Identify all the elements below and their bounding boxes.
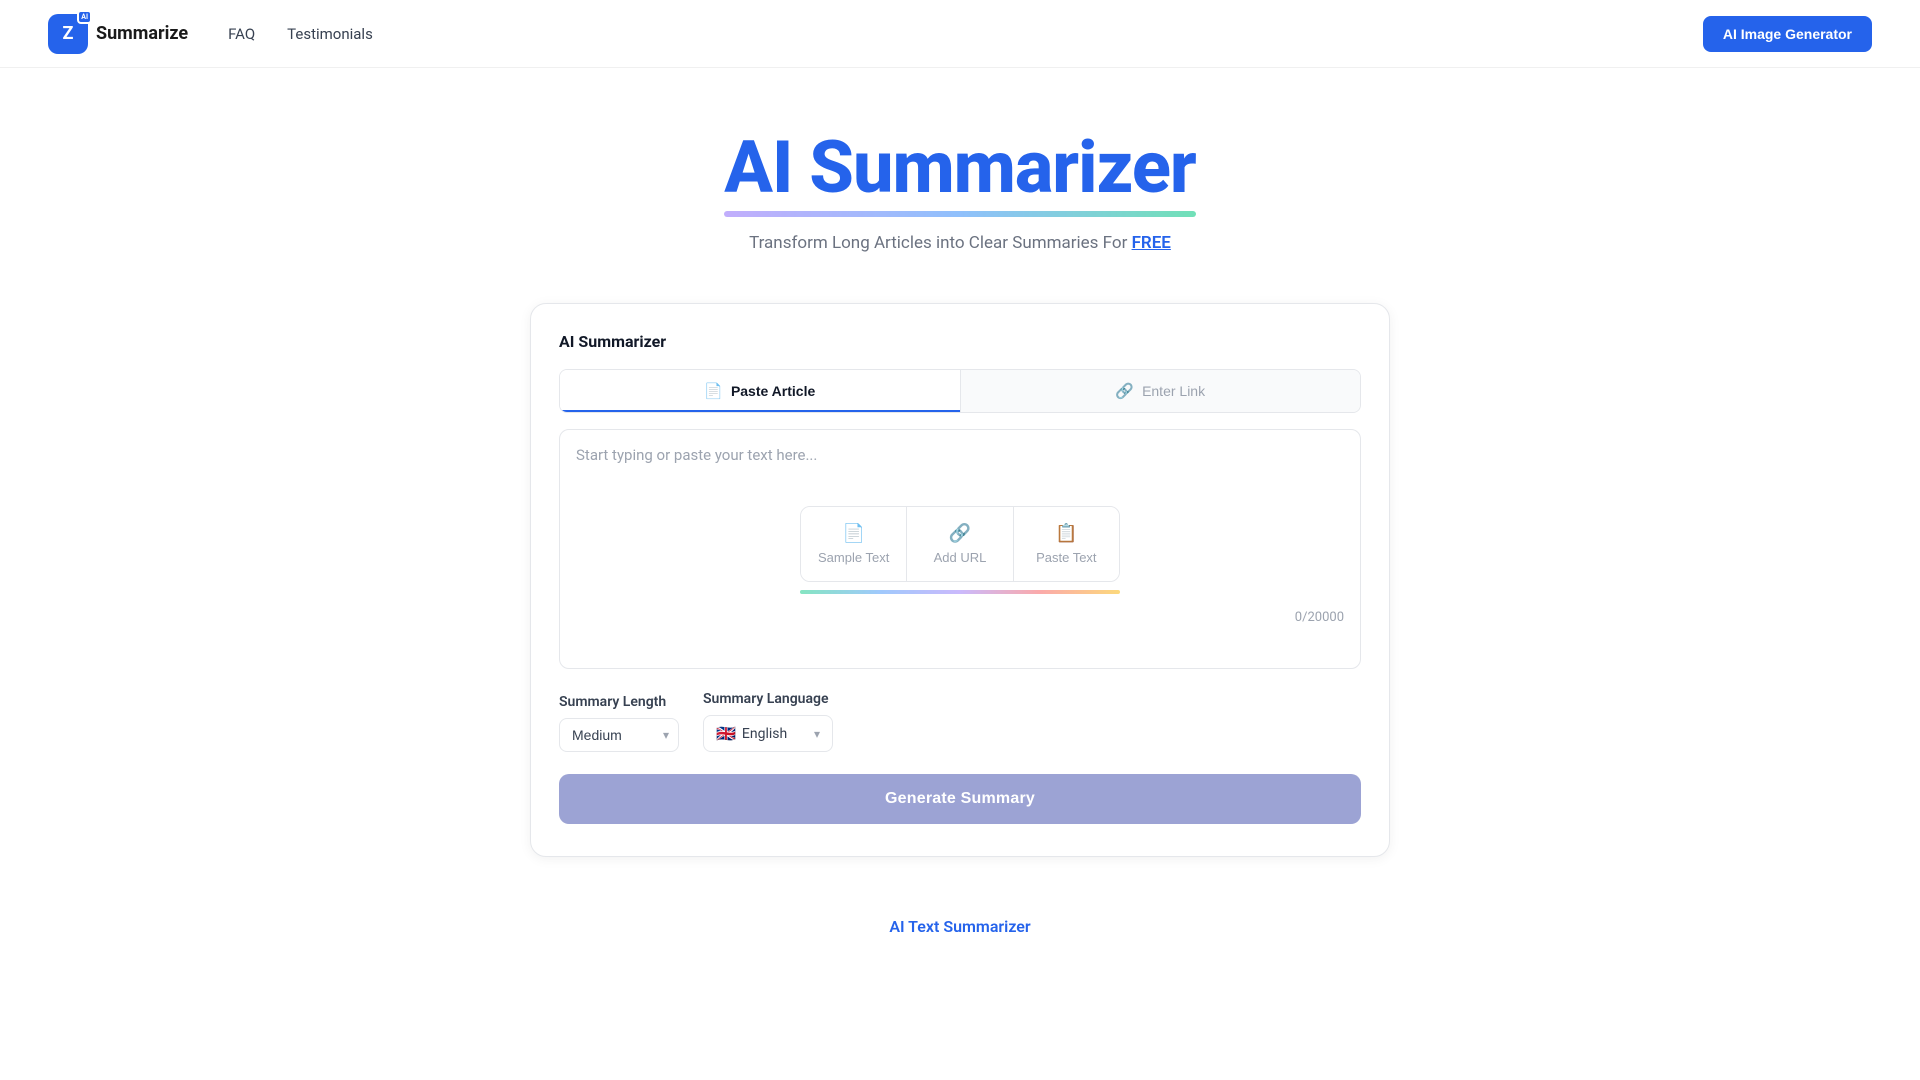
logo-letter: Z xyxy=(63,23,74,44)
summary-language-group: Summary Language 🇬🇧 English ▾ xyxy=(703,691,833,752)
hero-underline xyxy=(724,211,1195,217)
nav-link-faq[interactable]: FAQ xyxy=(228,25,255,43)
language-select-arrow-icon: ▾ xyxy=(814,727,820,741)
ai-badge: AI xyxy=(77,10,92,24)
hero-section: AI Summarizer Transform Long Articles in… xyxy=(0,68,1920,283)
add-url-button[interactable]: 🔗 Add URL xyxy=(907,507,1013,581)
footer-text-link[interactable]: AI Text Summarizer xyxy=(889,917,1030,936)
add-url-icon: 🔗 xyxy=(949,523,971,544)
paste-article-icon: 📄 xyxy=(704,382,723,400)
summary-length-label: Summary Length xyxy=(559,694,679,710)
navbar: Z AI Summarize FAQ Testimonials AI Image… xyxy=(0,0,1920,68)
summary-length-group: Summary Length Short Medium Long ▾ xyxy=(559,694,679,752)
hero-title: AI Summarizer xyxy=(724,128,1195,207)
summarizer-card: AI Summarizer 📄 Paste Article 🔗 Enter Li… xyxy=(530,303,1390,857)
logo[interactable]: Z AI Summarize xyxy=(48,14,188,54)
sample-text-icon: 📄 xyxy=(842,523,864,544)
summary-language-label: Summary Language xyxy=(703,691,833,707)
summary-length-select-wrap: Short Medium Long ▾ xyxy=(559,718,679,752)
card-title: AI Summarizer xyxy=(559,332,1361,351)
hero-subtitle: Transform Long Articles into Clear Summa… xyxy=(20,233,1900,253)
color-bar xyxy=(800,590,1120,594)
hero-free-link[interactable]: FREE xyxy=(1132,233,1171,253)
language-value: English xyxy=(742,726,787,742)
language-select-wrap[interactable]: 🇬🇧 English ▾ xyxy=(703,715,833,752)
footer-section: AI Text Summarizer xyxy=(0,857,1920,936)
text-input-area[interactable]: Start typing or paste your text here... … xyxy=(559,429,1361,669)
textarea-placeholder: Start typing or paste your text here... xyxy=(576,446,817,464)
paste-text-label: Paste Text xyxy=(1036,550,1096,565)
logo-text: Summarize xyxy=(96,23,188,44)
char-count: 0/20000 xyxy=(576,602,1344,625)
tab-bar: 📄 Paste Article 🔗 Enter Link xyxy=(559,369,1361,413)
logo-icon: Z AI xyxy=(48,14,88,54)
enter-link-icon: 🔗 xyxy=(1115,382,1134,400)
nav-right: AI Image Generator xyxy=(1703,16,1872,52)
tab-paste-article[interactable]: 📄 Paste Article xyxy=(560,370,960,412)
ai-image-generator-button[interactable]: AI Image Generator xyxy=(1703,16,1872,52)
paste-text-button[interactable]: 📋 Paste Text xyxy=(1014,507,1119,581)
sample-text-label: Sample Text xyxy=(818,550,889,565)
tab-enter-link-label: Enter Link xyxy=(1142,383,1205,399)
add-url-label: Add URL xyxy=(934,550,987,565)
controls-row: Summary Length Short Medium Long ▾ Summa… xyxy=(559,691,1361,752)
hero-subtitle-text: Transform Long Articles into Clear Summa… xyxy=(749,233,1131,253)
nav-links: FAQ Testimonials xyxy=(228,25,1703,43)
language-flag-icon: 🇬🇧 xyxy=(716,724,736,743)
summary-length-select[interactable]: Short Medium Long xyxy=(559,718,679,752)
generate-summary-button[interactable]: Generate Summary xyxy=(559,774,1361,824)
tab-enter-link[interactable]: 🔗 Enter Link xyxy=(961,370,1361,412)
paste-text-icon: 📋 xyxy=(1055,523,1077,544)
nav-link-testimonials[interactable]: Testimonials xyxy=(287,25,373,43)
quick-actions-container: 📄 Sample Text 🔗 Add URL 📋 Paste Text xyxy=(800,506,1120,582)
tab-paste-article-label: Paste Article xyxy=(731,383,815,399)
sample-text-button[interactable]: 📄 Sample Text xyxy=(801,507,907,581)
